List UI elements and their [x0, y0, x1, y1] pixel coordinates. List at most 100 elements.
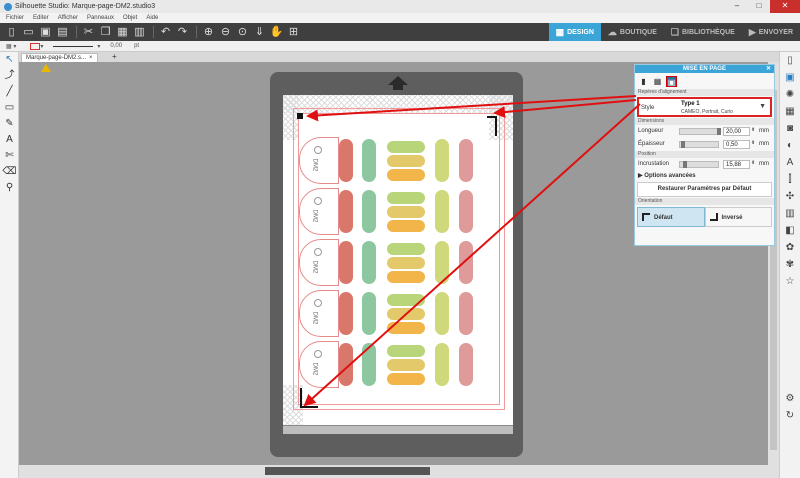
bookmark-row[interactable]: DM2	[299, 290, 489, 337]
incrustation-stepper[interactable]: ⬍	[751, 160, 755, 166]
pointer-icon[interactable]: ↖	[0, 52, 19, 68]
longueur-input[interactable]: 20,00	[723, 127, 750, 136]
horizontal-scroll-thumb[interactable]	[265, 467, 430, 475]
cut-icon[interactable]: ✂	[81, 25, 96, 39]
tab-design[interactable]: ▦ DESIGN	[548, 23, 601, 41]
rectangle-tool-icon[interactable]: ▭	[0, 100, 19, 116]
tab-boutique[interactable]: ☁ BOUTIQUE	[601, 23, 664, 41]
line-tool-icon[interactable]: ╱	[0, 84, 19, 100]
bookmark-row[interactable]: DM2	[299, 341, 489, 388]
grid-tab-icon[interactable]: ▦	[652, 76, 663, 87]
save-icon[interactable]: ▣	[38, 25, 53, 39]
open-folder-icon[interactable]: ▭	[21, 25, 36, 39]
zoom-select-icon[interactable]: ⊙	[235, 25, 250, 39]
registration-tab-icon[interactable]: ▣	[666, 75, 677, 87]
longueur-slider[interactable]	[679, 128, 719, 135]
registration-icon[interactable]: ▣	[780, 69, 800, 86]
feed-arrow-stem	[393, 85, 403, 90]
settings-icon[interactable]: ⚙	[780, 390, 800, 407]
line-color-swatch[interactable]	[30, 42, 41, 50]
pan-down-icon[interactable]: ⇓	[252, 25, 267, 39]
zoom-out-icon[interactable]: ⊖	[218, 25, 233, 39]
incrustation-slider-thumb[interactable]	[683, 161, 687, 168]
grid-toggle-icon[interactable]: ▦ ▾	[6, 43, 16, 50]
orientation-inverse-button[interactable]: Inversé	[704, 207, 772, 227]
gradient-icon[interactable]: ◐	[780, 137, 800, 154]
punch-hole	[314, 299, 322, 307]
restore-defaults-button[interactable]: Restaurer Paramètres par Défaut	[637, 182, 772, 197]
fill-icon[interactable]: ◙	[780, 120, 800, 137]
pencil-icon[interactable]: ✎	[0, 116, 19, 132]
menu-objet[interactable]: Objet	[123, 15, 137, 21]
bookmark-tag: DM2	[299, 341, 339, 388]
redo-icon[interactable]: ↷	[175, 25, 190, 39]
transform-icon[interactable]: ✣	[780, 188, 800, 205]
copy-icon[interactable]: ❐	[98, 25, 113, 39]
style-select[interactable]: Style Type 1 CAMEO, Portrait, Curio ▼	[637, 97, 772, 117]
align-icon[interactable]: ⫿	[780, 171, 800, 188]
offset-icon[interactable]: ✿	[780, 239, 800, 256]
modify-icon[interactable]: ◧	[780, 222, 800, 239]
replicate-icon[interactable]: ▥	[780, 205, 800, 222]
bookmark-row[interactable]: DM2	[299, 188, 489, 235]
document-tab[interactable]: Marque-page-DM2.s... ×	[21, 53, 98, 62]
edit-points-icon[interactable]: ⤴	[0, 68, 19, 84]
trace-icon[interactable]: ✾	[780, 256, 800, 273]
undo-icon[interactable]: ↶	[158, 25, 173, 39]
epaisseur-row: Épaisseur 0,50 ⬍ mm	[638, 140, 769, 149]
line-style-select[interactable]	[53, 45, 94, 47]
close-tab-icon[interactable]: ×	[89, 55, 93, 61]
text-tool-icon[interactable]: A	[0, 132, 19, 148]
grid-icon[interactable]: ▦	[780, 103, 800, 120]
tab-bibliotheque[interactable]: ❏ BIBLIOTHÈQUE	[664, 23, 742, 41]
star-icon[interactable]: ☆	[780, 273, 800, 290]
print-icon[interactable]: ▤	[55, 25, 70, 39]
knife-icon[interactable]: ✄	[0, 148, 19, 164]
macaron	[362, 241, 376, 284]
page-tab-icon[interactable]: ▮	[638, 76, 649, 87]
refresh-icon[interactable]: ↻	[780, 407, 800, 424]
line-width-value[interactable]: 0,00	[110, 43, 122, 49]
epaisseur-input[interactable]: 0,50	[723, 140, 750, 149]
section-orientation: Orientation	[635, 198, 774, 205]
paste-icon[interactable]: ▦	[115, 25, 130, 39]
trash-icon[interactable]: ▥	[132, 25, 147, 39]
zoom-in-icon[interactable]: ⊕	[201, 25, 216, 39]
epaisseur-slider-thumb[interactable]	[681, 141, 685, 148]
corner-mark-icon	[642, 213, 650, 221]
epaisseur-slider[interactable]	[679, 141, 719, 148]
palette-icon[interactable]: ✺	[780, 86, 800, 103]
longueur-slider-thumb[interactable]	[717, 128, 721, 135]
macaron	[387, 308, 425, 320]
fit-page-icon[interactable]: ⊞	[286, 25, 301, 39]
menu-afficher[interactable]: Afficher	[58, 15, 78, 21]
hand-icon[interactable]: ✋	[269, 25, 284, 39]
bookmark-row[interactable]: DM2	[299, 239, 489, 286]
tab-envoyer[interactable]: ▶ ENVOYER	[742, 23, 800, 41]
macaron	[459, 139, 473, 182]
eraser-icon[interactable]: ⌫	[0, 164, 19, 180]
new-file-icon[interactable]: ▯	[4, 25, 19, 39]
bookmark-row[interactable]: DM2	[299, 137, 489, 184]
menu-editer[interactable]: Editer	[33, 15, 49, 21]
epaisseur-stepper[interactable]: ⬍	[751, 140, 755, 146]
macaron	[459, 292, 473, 335]
orientation-group: Défaut Inversé	[637, 207, 772, 227]
add-tab-icon[interactable]: +	[112, 53, 117, 61]
nav-tabs: ▦ DESIGN ☁ BOUTIQUE ❏ BIBLIOTHÈQUE ▶ ENVOYER	[548, 23, 800, 41]
incrustation-input[interactable]: 15,88	[723, 160, 750, 169]
page-setup-icon[interactable]: ▯	[780, 52, 800, 69]
orientation-default-button[interactable]: Défaut	[637, 207, 705, 227]
maximize-button[interactable]: □	[748, 0, 770, 13]
text-style-icon[interactable]: A	[780, 154, 800, 171]
menu-panneaux[interactable]: Panneaux	[87, 15, 114, 21]
minimize-button[interactable]: –	[726, 0, 748, 13]
menu-aide[interactable]: Aide	[146, 15, 158, 21]
menu-fichier[interactable]: Fichier	[6, 15, 24, 21]
eyedropper-icon[interactable]: ⚲	[0, 180, 19, 196]
incrustation-row: Incrustation 15,88 ⬍ mm	[638, 160, 769, 169]
longueur-stepper[interactable]: ⬍	[751, 127, 755, 133]
close-panel-icon[interactable]: ✕	[766, 65, 771, 73]
advanced-options-toggle[interactable]: ▶ Options avancées	[635, 171, 774, 181]
close-button[interactable]: ✕	[770, 0, 800, 13]
